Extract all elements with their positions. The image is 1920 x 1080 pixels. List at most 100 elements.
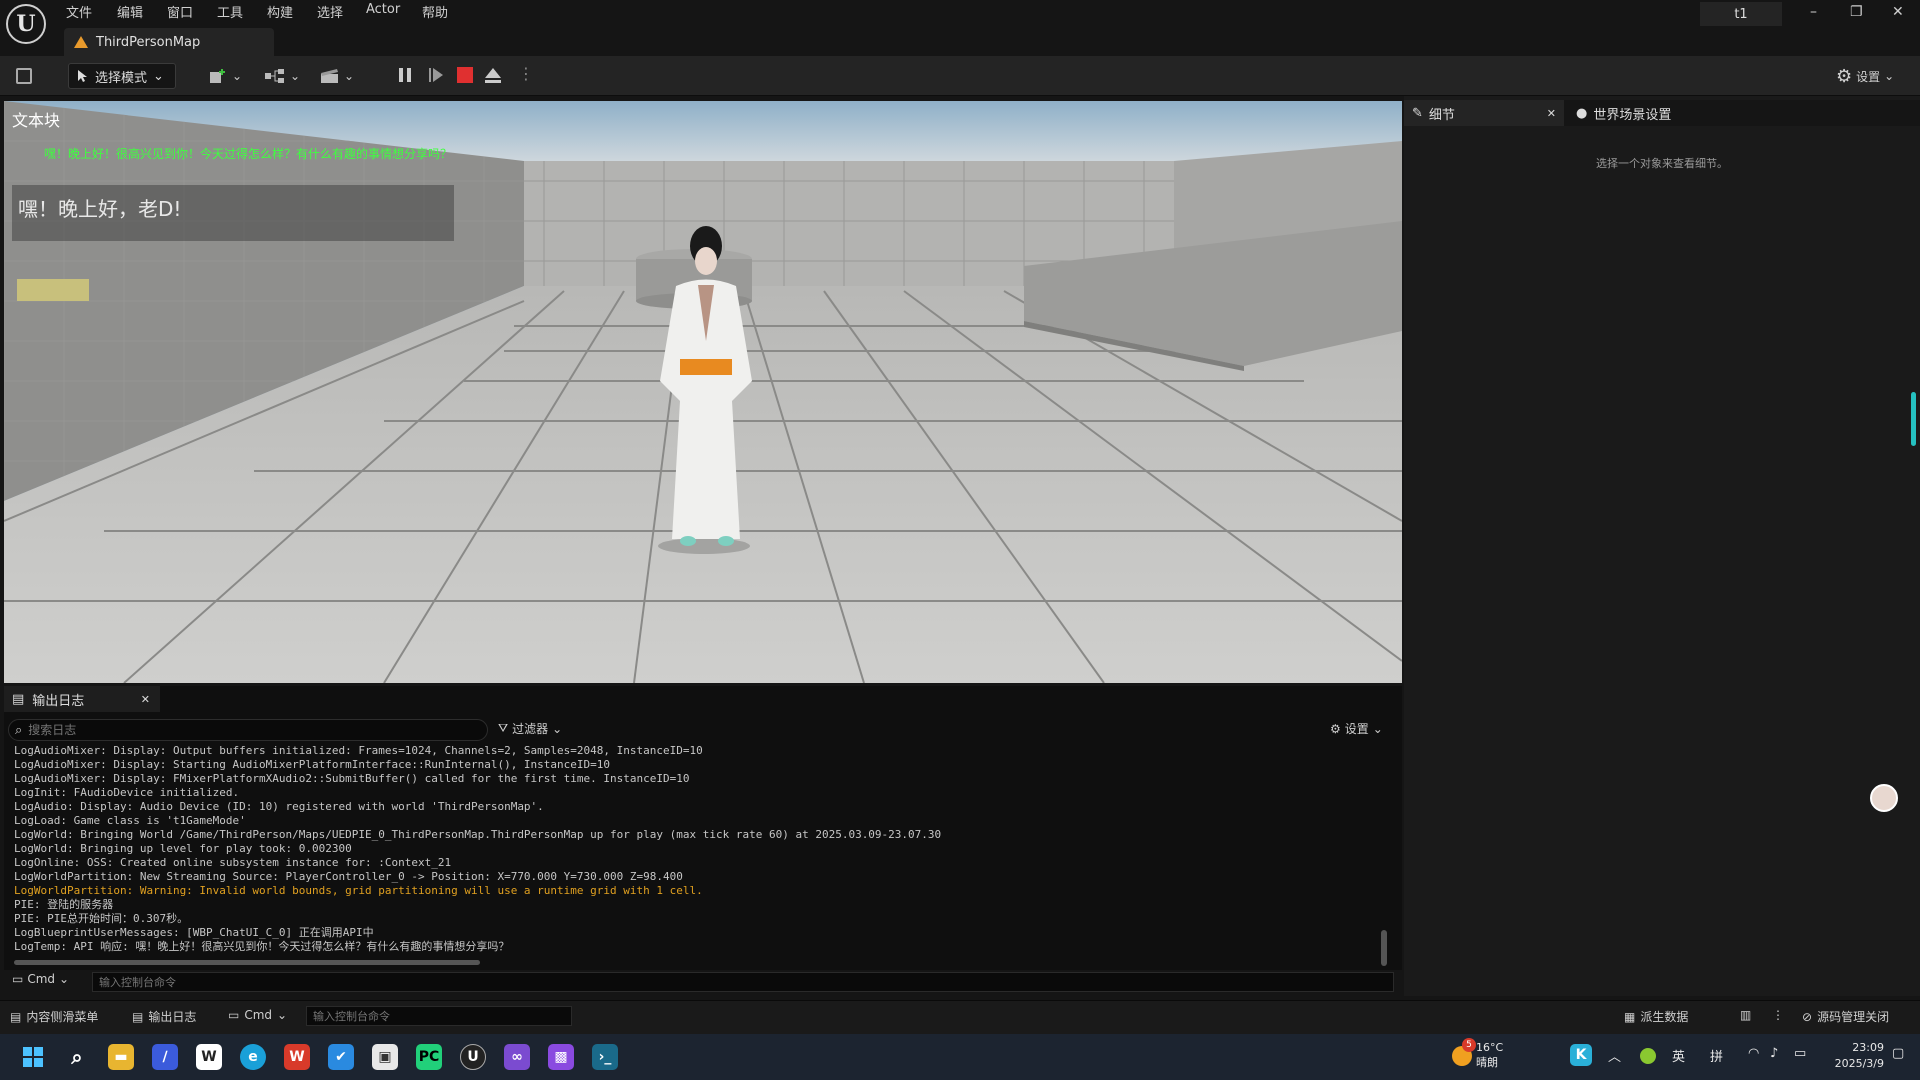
console-command-input[interactable] bbox=[92, 972, 1394, 992]
log-vertical-scrollbar[interactable] bbox=[1381, 930, 1387, 966]
weather-badge: 5 bbox=[1462, 1038, 1476, 1052]
settings-button[interactable]: ⚙ 设置 ⌄ bbox=[1836, 64, 1894, 88]
app-icon[interactable]: ▩ bbox=[548, 1044, 574, 1070]
unreal-engine-taskbar-icon[interactable]: U bbox=[460, 1044, 486, 1070]
menu-tools[interactable]: 工具 bbox=[217, 2, 243, 21]
restore-button[interactable]: ❐ bbox=[1850, 4, 1863, 20]
tab-world-settings[interactable]: ● 世界场景设置 bbox=[1568, 100, 1768, 126]
details-empty-hint: 选择一个对象来查看细节。 bbox=[1596, 157, 1728, 170]
status-console-input[interactable] bbox=[306, 1006, 572, 1026]
log-line: LogLoad: Game class is 't1GameMode' bbox=[14, 814, 246, 827]
eject-button[interactable] bbox=[484, 67, 502, 83]
chevron-down-icon: ⌄ bbox=[232, 69, 243, 83]
cmd-dropdown[interactable]: ▭ Cmd ⌄ bbox=[12, 972, 69, 986]
chat-input-box[interactable] bbox=[17, 279, 89, 301]
floating-avatar[interactable] bbox=[1870, 784, 1898, 812]
tab-world-settings-label: 世界场景设置 bbox=[1593, 107, 1672, 123]
log-line: PIE: PIE总开始时间：0.307秒。 bbox=[14, 912, 189, 925]
log-icon: ▤ bbox=[132, 1009, 144, 1024]
blueprint-button[interactable]: ⌄ bbox=[264, 64, 300, 88]
log-lines[interactable]: LogAudioMixer: Display: Output buffers i… bbox=[14, 744, 1374, 956]
log-search-input[interactable] bbox=[28, 723, 449, 737]
log-line: LogInit: FAudioDevice initialized. bbox=[14, 786, 240, 799]
log-horizontal-scrollbar[interactable] bbox=[14, 960, 480, 965]
chevron-down-icon: ⌄ bbox=[552, 721, 563, 736]
source-control-button[interactable]: ⊘ 源码管理关闭 bbox=[1802, 1008, 1889, 1025]
map-tab-label: ThirdPersonMap bbox=[96, 34, 201, 50]
menu-actor[interactable]: Actor bbox=[366, 2, 400, 17]
tab-details[interactable]: ✎ 细节 ✕ bbox=[1404, 100, 1564, 126]
weather-widget[interactable]: 16°C 晴朗 bbox=[1476, 1040, 1503, 1070]
terminal-app-icon[interactable]: ›_ bbox=[592, 1044, 618, 1070]
save-icon[interactable] bbox=[16, 68, 32, 84]
mail-app-icon[interactable]: ✔ bbox=[328, 1044, 354, 1070]
windows-start-icon[interactable] bbox=[20, 1044, 46, 1070]
level-icon bbox=[74, 36, 88, 48]
stop-button[interactable] bbox=[457, 67, 473, 83]
level-viewport[interactable]: 文本块 嘿！晚上好！很高兴见到你！今天过得怎么样？有什么有趣的事情想分享吗？ 嘿… bbox=[4, 101, 1402, 683]
gear-icon: ⚙ bbox=[1836, 65, 1853, 87]
chat-message-text: 嘿！晚上好，老D! bbox=[18, 197, 182, 221]
input-language-en[interactable]: 英 bbox=[1672, 1046, 1685, 1065]
more-options-icon[interactable]: ⋮ bbox=[1772, 1008, 1784, 1022]
pencil-icon: ✎ bbox=[1412, 105, 1423, 121]
log-line: LogWorld: Bringing up level for play too… bbox=[14, 842, 352, 855]
close-button[interactable]: ✕ bbox=[1892, 4, 1904, 20]
kugou-tray-icon[interactable]: K bbox=[1570, 1044, 1592, 1066]
select-mode-dropdown[interactable]: 选择模式 ⌄ bbox=[68, 63, 176, 89]
file-explorer-icon[interactable]: ▬ bbox=[108, 1044, 134, 1070]
minimize-button[interactable]: – bbox=[1810, 4, 1817, 20]
log-line: LogBlueprintUserMessages: [WBP_ChatUI_C_… bbox=[14, 926, 374, 939]
pycharm-icon[interactable]: PC bbox=[416, 1044, 442, 1070]
notification-icon[interactable]: ▢ bbox=[1892, 1046, 1904, 1061]
more-options-icon[interactable]: ⋮ bbox=[518, 64, 534, 83]
project-name-badge[interactable]: t1 bbox=[1700, 2, 1782, 26]
stats-icon[interactable]: ▥ bbox=[1740, 1008, 1751, 1022]
system-clock[interactable]: 23:09 2025/3/9 bbox=[1826, 1040, 1884, 1072]
derived-data-button[interactable]: ▦ 派生数据 bbox=[1624, 1008, 1688, 1025]
volume-icon[interactable]: ♪ bbox=[1770, 1046, 1778, 1061]
log-settings-button[interactable]: ⚙ 设置 ⌄ bbox=[1330, 720, 1383, 737]
battery-icon[interactable]: ▭ bbox=[1794, 1046, 1806, 1061]
add-actor-button[interactable]: ⌄ bbox=[208, 64, 242, 88]
filter-label: 过滤器 bbox=[512, 722, 549, 736]
input-method-pinyin[interactable]: 拼 bbox=[1710, 1046, 1723, 1065]
log-search-box[interactable]: ⌕ bbox=[8, 719, 488, 741]
tray-app-icon[interactable] bbox=[1640, 1048, 1656, 1064]
side-scroll-indicator[interactable] bbox=[1911, 392, 1916, 446]
edge-browser-icon[interactable]: e bbox=[240, 1044, 266, 1070]
tab-output-log[interactable]: ▤ 输出日志 ✕ bbox=[4, 686, 160, 712]
status-cmd-dropdown[interactable]: ▭ Cmd ⌄ bbox=[228, 1008, 287, 1022]
word-app-icon[interactable]: W bbox=[196, 1044, 222, 1070]
content-drawer-button[interactable]: ▤ 内容侧滑菜单 bbox=[10, 1008, 98, 1025]
menu-help[interactable]: 帮助 bbox=[422, 2, 448, 21]
chevron-down-icon: ⌄ bbox=[59, 972, 70, 986]
visual-studio-icon[interactable]: ∞ bbox=[504, 1044, 530, 1070]
cinematics-button[interactable]: ⌄ bbox=[320, 64, 354, 88]
status-output-log-button[interactable]: ▤ 输出日志 bbox=[132, 1008, 196, 1025]
menu-window[interactable]: 窗口 bbox=[167, 2, 193, 21]
step-frame-button[interactable] bbox=[428, 67, 444, 83]
tab-output-log-label: 输出日志 bbox=[32, 693, 85, 709]
debug-print-message: 嘿！晚上好！很高兴见到你！今天过得怎么样？有什么有趣的事情想分享吗？ bbox=[44, 147, 453, 161]
menu-build[interactable]: 构建 bbox=[267, 2, 293, 21]
close-icon[interactable]: ✕ bbox=[141, 693, 150, 706]
tab-details-label: 细节 bbox=[1428, 107, 1455, 123]
menu-edit[interactable]: 编辑 bbox=[117, 2, 143, 21]
pause-button[interactable] bbox=[398, 67, 412, 83]
wps-app-icon[interactable]: W bbox=[284, 1044, 310, 1070]
document-app-icon[interactable]: ▣ bbox=[372, 1044, 398, 1070]
menu-file[interactable]: 文件 bbox=[66, 2, 92, 21]
unreal-logo-icon[interactable]: U bbox=[6, 4, 46, 44]
notepad-app-icon[interactable]: ∕ bbox=[152, 1044, 178, 1070]
close-icon[interactable]: ✕ bbox=[1547, 107, 1556, 120]
wifi-icon[interactable]: ◠ bbox=[1748, 1046, 1759, 1061]
folder-icon: ▤ bbox=[10, 1009, 22, 1024]
chevron-up-icon[interactable]: ︿ bbox=[1608, 1046, 1621, 1065]
map-tab[interactable]: ThirdPersonMap bbox=[64, 28, 274, 56]
menu-select[interactable]: 选择 bbox=[317, 2, 343, 21]
search-icon[interactable]: ⌕ bbox=[64, 1044, 90, 1070]
cmd-label: Cmd bbox=[27, 972, 56, 986]
filter-button[interactable]: ⛛ 过滤器 ⌄ bbox=[498, 720, 562, 737]
derived-data-label: 派生数据 bbox=[1640, 1010, 1689, 1024]
